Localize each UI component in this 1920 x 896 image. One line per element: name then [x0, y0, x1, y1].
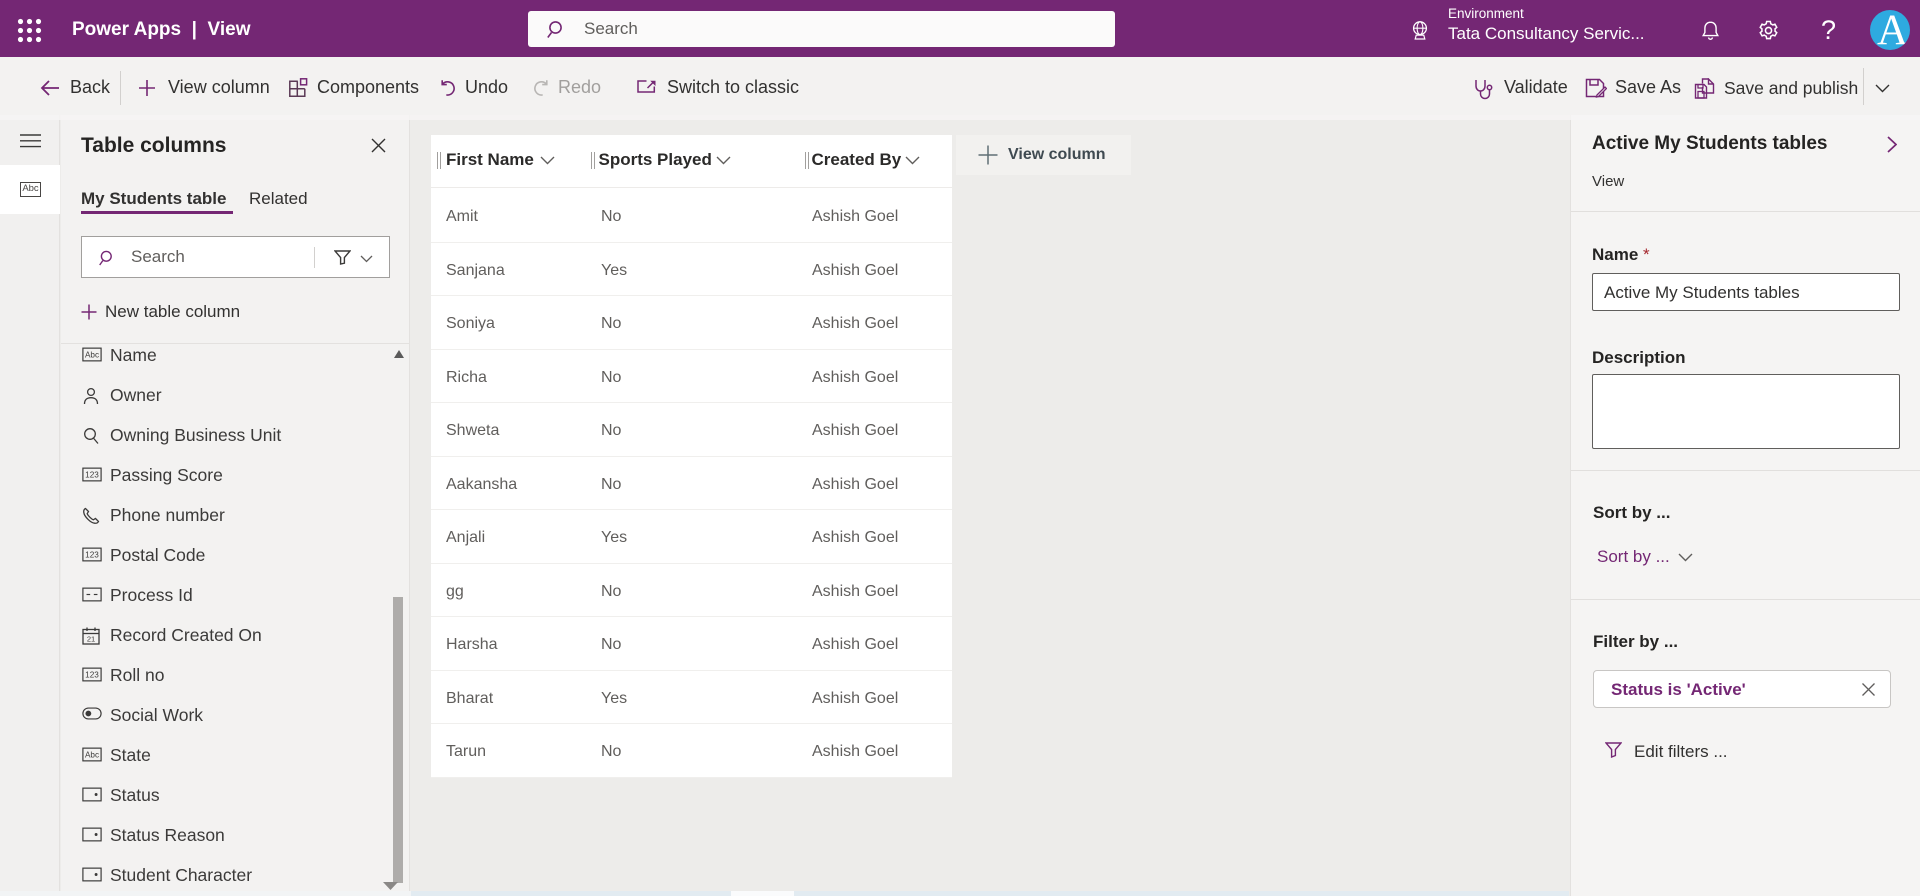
svg-text:123: 123 — [85, 670, 99, 679]
svg-text:21: 21 — [87, 634, 95, 643]
svg-text:Abc: Abc — [85, 750, 99, 759]
svg-text:Abc: Abc — [85, 350, 99, 359]
svg-text:123: 123 — [85, 550, 99, 559]
svg-text:123: 123 — [85, 470, 99, 479]
